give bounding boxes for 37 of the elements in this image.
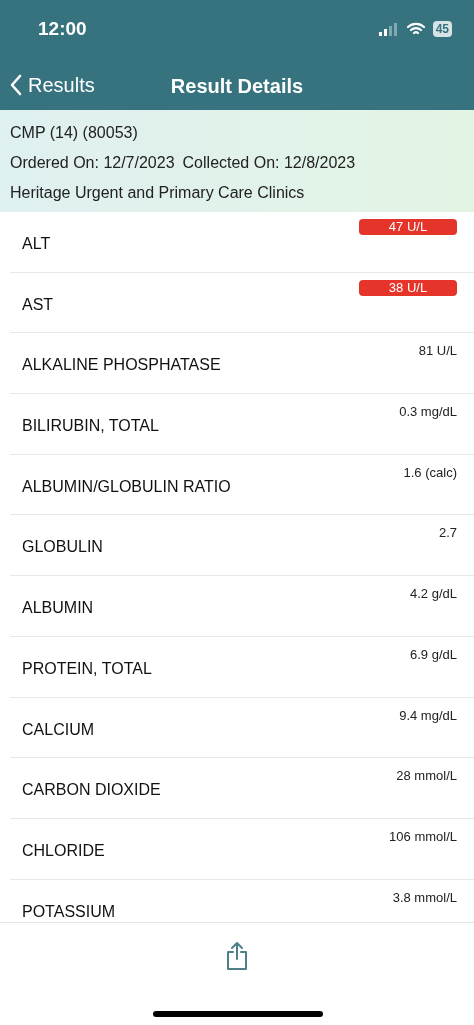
- test-label: CALCIUM: [22, 719, 94, 740]
- test-label: CHLORIDE: [22, 840, 105, 861]
- status-time: 12:00: [38, 16, 87, 41]
- test-label: POTASSIUM: [22, 901, 116, 922]
- flagged-value: 38 U/L: [359, 279, 457, 296]
- share-icon[interactable]: [225, 941, 249, 971]
- test-name: CMP (14) (80053): [10, 123, 139, 143]
- test-label: ALBUMIN/GLOBULIN RATIO: [22, 476, 231, 497]
- signal-icon: [378, 22, 399, 36]
- flagged-value: 47 U/L: [359, 219, 457, 235]
- test-label: ALT: [22, 234, 51, 254]
- result-value: 81 U/L: [418, 342, 457, 361]
- ordered-date: Ordered On: 12/7/2023: [10, 153, 175, 173]
- result-value: 1.6 (calc): [403, 463, 457, 482]
- page-title: Result Details: [170, 74, 304, 99]
- result-value: 4.2 g/dL: [410, 585, 457, 604]
- result-value: 0.3 mg/dL: [399, 403, 457, 422]
- test-label: PROTEIN, TOTAL: [22, 658, 152, 679]
- result-value: 9.4 mg/dL: [399, 706, 457, 725]
- test-label: AST: [22, 294, 54, 315]
- result-value: 106 mmol/L: [389, 827, 457, 846]
- test-label: CARBON DIOXIDE: [22, 780, 161, 801]
- result-value: 6.9 g/dL: [410, 645, 457, 664]
- chevron-left-icon: [10, 74, 22, 96]
- test-label: BILIRUBIN, TOTAL: [22, 416, 159, 437]
- result-value: 3.8 mmol/L: [392, 888, 457, 907]
- test-label: GLOBULIN: [22, 537, 103, 558]
- back-label[interactable]: Results: [28, 70, 95, 100]
- result-value: 28 mmol/L: [396, 767, 457, 786]
- collected-date: Collected On: 12/8/2023: [182, 153, 356, 173]
- back-button[interactable]: Results: [10, 70, 95, 100]
- test-label: ALBUMIN: [22, 598, 94, 619]
- clinic-name: Heritage Urgent and Primary Care Clinics: [10, 183, 306, 203]
- wifi-icon: [406, 22, 425, 36]
- result-value: 2.7: [438, 524, 457, 543]
- battery-level: 45: [432, 21, 452, 37]
- test-label: ALKALINE PHOSPHATASE: [22, 355, 221, 376]
